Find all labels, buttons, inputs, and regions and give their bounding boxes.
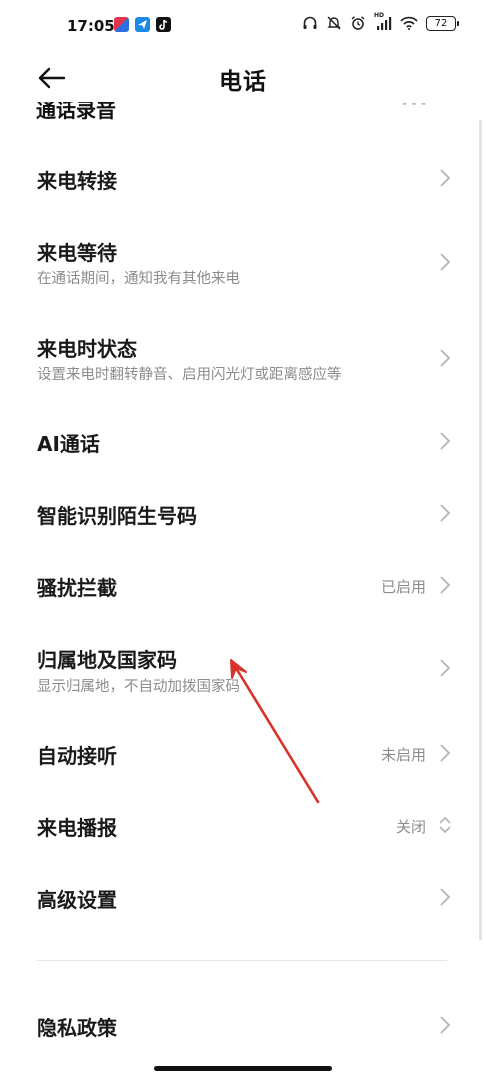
status-indicators: HD 72: [302, 12, 459, 31]
chevron-right-icon: [440, 576, 451, 594]
row-title: 来电转接: [37, 169, 117, 193]
row-title: 来电时状态: [37, 337, 137, 361]
chevron-right-icon: [440, 504, 451, 522]
wifi-icon: [400, 16, 418, 30]
settings-row-location-country-code[interactable]: 归属地及国家码 显示归属地，不自动加拨国家码: [0, 624, 486, 714]
row-title: 通话录音: [36, 102, 116, 122]
scrollbar[interactable]: [479, 120, 482, 940]
row-title: 骚扰拦截: [37, 576, 117, 600]
row-status-value: 未启用: [380, 746, 426, 764]
chevron-right-icon: [440, 659, 451, 677]
settings-row-incoming-call-state[interactable]: 来电时状态 设置来电时翻转静音、启用闪光灯或距离感应等: [0, 318, 486, 408]
status-bar: 17:05 HD 72: [0, 0, 486, 54]
chevron-right-icon: [440, 349, 451, 367]
row-title: 高级设置: [37, 888, 117, 912]
settings-row-call-waiting[interactable]: 来电等待 在通话期间，通知我有其他来电: [0, 222, 486, 312]
row-title: AI通话: [37, 432, 100, 456]
notification-icons: [114, 17, 171, 32]
paper-plane-app-icon: [135, 17, 150, 32]
row-subtitle: 显示归属地，不自动加拨国家码: [37, 679, 240, 695]
chevron-right-icon: [440, 253, 451, 271]
chevron-right-icon: [440, 169, 451, 187]
settings-row-spam-blocking[interactable]: 骚扰拦截 已启用: [0, 550, 486, 622]
settings-row-auto-answer[interactable]: 自动接听 未启用: [0, 718, 486, 790]
chevron-right-icon: [440, 888, 451, 906]
mute-bell-icon: [327, 16, 341, 30]
app-notification-icon: [114, 17, 129, 32]
chevron-right-icon: [440, 432, 451, 450]
settings-row-smart-caller-id[interactable]: 智能识别陌生号码: [0, 478, 486, 550]
row-title: 自动接听: [37, 744, 117, 768]
settings-row-call-forwarding[interactable]: 来电转接: [0, 142, 486, 214]
row-title: 来电等待: [37, 241, 117, 265]
battery-indicator: 72: [426, 15, 459, 31]
row-title: 来电播报: [37, 816, 117, 840]
chevron-right-icon: [440, 744, 451, 762]
settings-row-advanced[interactable]: 高级设置: [0, 862, 486, 934]
status-time: 17:05: [67, 17, 115, 35]
row-subtitle: 在通话期间，通知我有其他来电: [37, 271, 240, 287]
row-status-value: 已启用: [380, 578, 426, 596]
row-title: 智能识别陌生号码: [37, 504, 197, 528]
home-indicator[interactable]: [154, 1066, 332, 1071]
row-value: - - -: [401, 102, 426, 112]
signal-icon: HD: [374, 12, 392, 31]
section-divider: [37, 960, 447, 961]
row-subtitle: 设置来电时翻转静音、启用闪光灯或距离感应等: [37, 367, 342, 383]
alarm-icon: [351, 16, 365, 30]
app-bar: 电话: [0, 54, 486, 102]
tiktok-app-icon: [156, 17, 171, 32]
settings-list[interactable]: 通话录音 - - - 来电转接 来电等待 在通话期间，通知我有其他来电 来电时状…: [0, 102, 486, 1080]
settings-row-ai-call[interactable]: AI通话: [0, 406, 486, 478]
chevron-right-icon: [440, 1016, 451, 1034]
page-title: 电话: [219, 69, 267, 95]
headphones-icon: [303, 16, 317, 29]
row-title: 归属地及国家码: [37, 648, 177, 672]
settings-row-privacy-policy[interactable]: 隐私政策: [0, 990, 486, 1062]
settings-row-caller-announcement[interactable]: 来电播报 关闭: [0, 790, 486, 862]
row-dropdown-value: 关闭: [395, 818, 426, 836]
chevron-up-down-icon: [439, 816, 451, 834]
settings-row-call-recording[interactable]: 通话录音 - - -: [0, 102, 486, 122]
row-title: 隐私政策: [37, 1016, 117, 1040]
